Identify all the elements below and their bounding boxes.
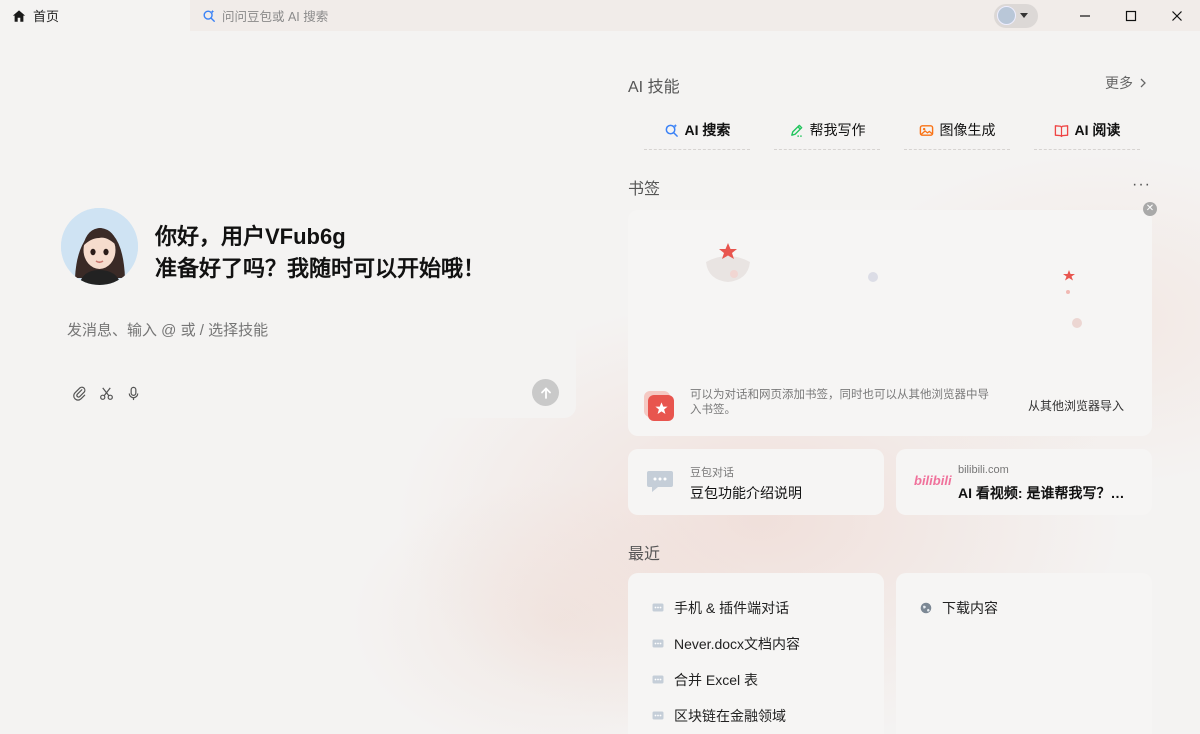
avatar bbox=[997, 6, 1016, 25]
close-icon bbox=[1172, 10, 1182, 21]
greeting-line-2: 准备好了吗？我随时可以开始哦！ bbox=[155, 256, 486, 281]
book-icon bbox=[1054, 124, 1068, 137]
skill-label: AI 阅读 bbox=[1074, 122, 1121, 138]
more-skills-link[interactable]: 更多 bbox=[1105, 73, 1147, 93]
search-tab[interactable]: 问问豆包或 AI 搜索 bbox=[190, 0, 590, 31]
minimize-icon bbox=[1080, 14, 1090, 17]
recent-item-label: Never.docx文档内容 bbox=[674, 636, 801, 652]
skill-label: 图像生成 bbox=[939, 122, 996, 138]
chat-icon bbox=[652, 603, 664, 612]
chat-icon bbox=[652, 639, 664, 648]
skills-section-title: AI 技能 bbox=[628, 79, 680, 96]
tab-home-label: 首页 bbox=[33, 9, 60, 24]
message-composer bbox=[48, 300, 576, 418]
account-menu-button[interactable] bbox=[994, 3, 1038, 28]
minimize-button[interactable] bbox=[1062, 0, 1108, 31]
paperclip-icon bbox=[72, 386, 85, 401]
skill-writing[interactable]: 帮我写作 bbox=[762, 110, 892, 150]
recent-chats-card: 手机 & 插件端对话 Never.docx文档内容 合并 Excel 表 区块链… bbox=[628, 573, 884, 734]
microphone-icon bbox=[128, 386, 138, 400]
close-bookmark-intro-button[interactable]: ✕ bbox=[1143, 202, 1157, 216]
chat-icon bbox=[652, 711, 664, 720]
assistant-avatar bbox=[61, 208, 138, 285]
scissors-button[interactable] bbox=[97, 384, 115, 402]
bookmark-star-icon bbox=[648, 395, 674, 421]
image-icon bbox=[919, 124, 933, 136]
send-button[interactable] bbox=[532, 379, 559, 406]
more-label: 更多 bbox=[1105, 75, 1133, 91]
recent-item-label: 区块链在金融领域 bbox=[674, 708, 786, 724]
bookmark-card-bilibili[interactable]: bilibili bilibili.com AI 看视频: 是谁帮我写？作... bbox=[896, 449, 1152, 515]
close-button[interactable] bbox=[1154, 0, 1200, 31]
greeting-line-1: 你好，用户VFub6g bbox=[155, 224, 346, 249]
globe-icon bbox=[920, 602, 932, 614]
microphone-button[interactable] bbox=[124, 384, 142, 402]
recent-item-label: 合并 Excel 表 bbox=[674, 672, 759, 688]
pen-icon bbox=[790, 124, 802, 137]
chevron-right-icon bbox=[1140, 78, 1146, 88]
search-tab-label: 问问豆包或 AI 搜索 bbox=[222, 10, 329, 24]
downloads-card: 下载内容 bbox=[896, 573, 1152, 734]
recent-item[interactable]: 手机 & 插件端对话 bbox=[652, 598, 789, 618]
recent-item[interactable]: 区块链在金融领域 bbox=[652, 706, 786, 726]
chat-bubble-icon bbox=[647, 471, 673, 492]
recent-item[interactable]: 合并 Excel 表 bbox=[652, 670, 758, 690]
skill-label: AI 搜索 bbox=[684, 122, 731, 138]
recent-section-title: 最近 bbox=[628, 546, 661, 563]
ai-search-icon bbox=[203, 9, 215, 22]
import-bookmarks-button[interactable]: 从其他浏览器导入 bbox=[1028, 397, 1124, 414]
chevron-down-icon bbox=[1020, 13, 1028, 18]
more-options-icon[interactable]: ··· bbox=[1132, 176, 1151, 194]
recent-item[interactable]: Never.docx文档内容 bbox=[652, 634, 800, 654]
message-input[interactable] bbox=[67, 322, 547, 339]
chat-icon bbox=[652, 675, 664, 684]
maximize-icon bbox=[1125, 10, 1137, 21]
card-source: 豆包对话 bbox=[690, 467, 734, 479]
maximize-button[interactable] bbox=[1108, 0, 1154, 31]
skill-ai-reading[interactable]: AI 阅读 bbox=[1022, 110, 1152, 150]
scissors-icon bbox=[99, 387, 113, 400]
bookmark-card-doubao[interactable]: 豆包对话 豆包功能介绍说明 bbox=[628, 449, 884, 515]
home-icon bbox=[12, 9, 26, 22]
ai-search-icon bbox=[665, 123, 678, 137]
bookmark-description: 可以为对话和网页添加书签，同时也可以从其他浏览器中导入书签。 bbox=[690, 389, 989, 416]
title-bar: 首页 问问豆包或 AI 搜索 bbox=[0, 0, 1200, 31]
tab-home[interactable]: 首页 bbox=[0, 0, 190, 31]
card-source: bilibili.com bbox=[958, 464, 1009, 476]
bilibili-logo-icon: bilibili bbox=[914, 473, 952, 488]
skill-ai-search[interactable]: AI 搜索 bbox=[632, 110, 762, 150]
arrow-up-icon bbox=[540, 387, 551, 399]
downloads-label: 下载内容 bbox=[942, 600, 998, 616]
attach-button[interactable] bbox=[70, 384, 88, 402]
skill-image-generation[interactable]: 图像生成 bbox=[892, 110, 1022, 150]
bookmark-intro-card: 可以为对话和网页添加书签，同时也可以从其他浏览器中导入书签。 从其他浏览器导入 bbox=[628, 210, 1152, 436]
bookmark-illustration bbox=[706, 243, 1082, 328]
bookmarks-section-title: 书签 bbox=[628, 181, 661, 198]
downloads-item[interactable]: 下载内容 bbox=[920, 598, 998, 618]
skill-label: 帮我写作 bbox=[809, 122, 866, 138]
recent-item-label: 手机 & 插件端对话 bbox=[674, 600, 790, 616]
card-title: AI 看视频: 是谁帮我写？作... bbox=[958, 485, 1134, 501]
skills-row: AI 搜索 帮我写作 图像生成 AI 阅读 bbox=[632, 110, 1152, 150]
card-title: 豆包功能介绍说明 bbox=[690, 485, 802, 501]
